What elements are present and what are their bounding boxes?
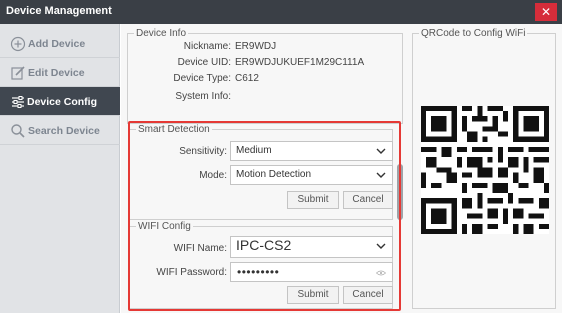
nickname-value: ER9WDJ — [235, 41, 277, 52]
sensitivity-value: Medium — [236, 145, 272, 156]
wifi-config-title: WIFI Config — [138, 221, 191, 232]
qrcode-image — [421, 106, 549, 234]
plus-circle-icon — [10, 36, 26, 52]
scrollbar-thumb[interactable] — [397, 164, 403, 220]
sidebar-item-label: Search Device — [28, 125, 100, 137]
sidebar-item-label: Device Config — [27, 96, 98, 108]
sliders-icon — [12, 96, 24, 108]
chevron-down-icon — [376, 172, 386, 178]
eye-icon[interactable] — [376, 270, 386, 276]
close-icon: ✕ — [540, 5, 552, 19]
wifi-name-value: IPC-CS2 — [236, 237, 292, 253]
wifi-password-field[interactable]: ••••••••• — [230, 262, 393, 282]
window-title: Device Management — [6, 5, 112, 17]
smart-detection-title: Smart Detection — [138, 124, 210, 135]
sidebar-item-search-device[interactable]: Search Device — [0, 116, 120, 145]
nickname-label: Nickname: — [183, 41, 231, 52]
mode-value: Motion Detection — [236, 169, 312, 180]
device-uid-value: ER9WDJUKUEF1M29C111A — [235, 57, 365, 68]
mode-label: Mode: — [199, 170, 227, 181]
sensitivity-select[interactable]: Medium — [230, 141, 393, 161]
device-type-value: C612 — [235, 73, 259, 84]
sidebar-item-label: Edit Device — [28, 67, 85, 79]
wifi-name-label: WIFI Name: — [173, 243, 227, 254]
chevron-down-icon — [376, 243, 386, 249]
chevron-down-icon — [376, 148, 386, 154]
sidebar-item-device-config[interactable]: Device Config — [0, 87, 120, 116]
title-bar: Device Management ✕ — [0, 0, 562, 24]
sidebar: Add Device Edit Device Device Config Sea… — [0, 24, 120, 313]
system-info-label: System Info: — [175, 91, 231, 102]
wifi-submit-button[interactable]: Submit — [287, 286, 339, 304]
wifi-cancel-button[interactable]: Cancel — [343, 286, 393, 304]
sensitivity-label: Sensitivity: — [179, 146, 227, 157]
detection-cancel-button[interactable]: Cancel — [343, 191, 393, 209]
device-uid-label: Device UID: — [177, 57, 231, 68]
mode-select[interactable]: Motion Detection — [230, 165, 393, 185]
password-mask: ••••••••• — [237, 265, 280, 279]
qrcode-title: QRCode to Config WiFi — [421, 28, 526, 39]
device-info-title: Device Info — [136, 28, 187, 39]
wifi-password-label: WIFI Password: — [156, 267, 227, 278]
vertical-scrollbar[interactable] — [397, 124, 403, 309]
device-type-label: Device Type: — [173, 73, 231, 84]
wifi-name-select[interactable]: IPC-CS2 — [230, 236, 393, 258]
close-button[interactable]: ✕ — [535, 3, 557, 21]
sidebar-item-add-device[interactable]: Add Device — [0, 29, 120, 58]
sidebar-item-label: Add Device — [28, 38, 86, 50]
search-icon — [11, 124, 25, 138]
main-panel: Device Info Nickname: ER9WDJ Device UID:… — [121, 24, 562, 313]
detection-submit-button[interactable]: Submit — [287, 191, 339, 209]
edit-icon — [11, 66, 25, 80]
sidebar-item-edit-device[interactable]: Edit Device — [0, 58, 120, 87]
